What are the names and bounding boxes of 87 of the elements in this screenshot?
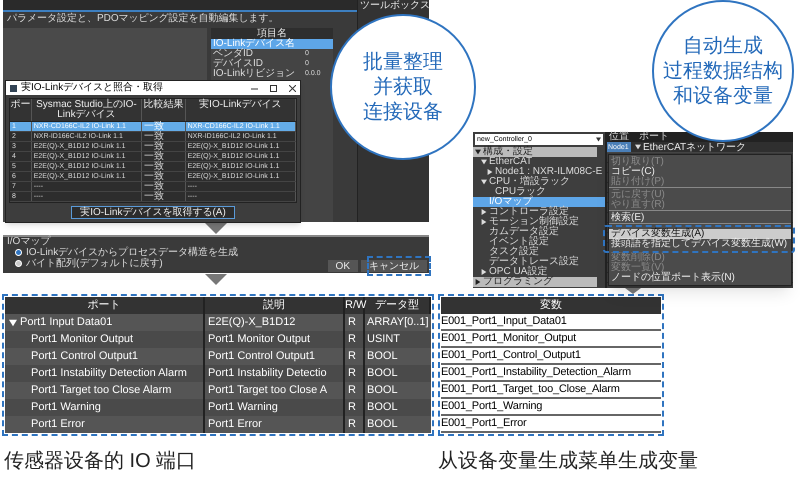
menu-item[interactable]: 検索(E) — [609, 213, 791, 224]
table-cell: Port1 Error — [5, 416, 205, 433]
radio-button[interactable] — [15, 260, 22, 267]
down-triangle-icon — [625, 288, 641, 294]
property-name: IO-Linkリビジョン — [212, 69, 296, 79]
table-cell-text: BOOL — [366, 366, 399, 381]
table-cell: E001_Port1_Error — [441, 416, 661, 433]
dialog-button[interactable]: キャンセル — [361, 260, 427, 272]
table-cell-text: ARRAY[0..1] — [366, 315, 430, 330]
tree-item[interactable]: データトレース設定 — [473, 257, 605, 267]
tree-item[interactable]: イベント設定 — [473, 237, 605, 247]
table-cell: E001_Port1_Control_Output1 — [441, 348, 661, 365]
tree-item[interactable]: コントローラ設定 — [473, 207, 605, 217]
column-header: 位置 — [608, 132, 630, 142]
column-header: 実IO-Linkデバイス — [186, 99, 296, 121]
fetch-button[interactable]: 実IO-Linkデバイスを取得する(A) — [71, 206, 235, 219]
table-cell-text: BOOL — [366, 383, 399, 398]
callout-text: 和设备变量 — [673, 84, 773, 108]
tree-item[interactable]: モーション制御設定 — [473, 217, 605, 227]
table-cell: 一致 — [142, 142, 186, 151]
dialog-button[interactable]: OK — [328, 260, 358, 272]
maximize-icon[interactable] — [270, 84, 277, 92]
right-caret-icon[interactable] — [487, 169, 493, 175]
down-caret-icon[interactable] — [596, 137, 601, 142]
table-cell: 一致 — [142, 122, 186, 131]
panel-title: ツールボックス — [359, 0, 429, 12]
caption-text: 传感器设备的 IO 端口 — [4, 449, 198, 474]
table-cell: 一致 — [142, 192, 186, 201]
app-icon — [10, 84, 17, 92]
table-cell: E001_Port1_Instability_Detection_Alarm — [441, 365, 661, 382]
radio-option[interactable]: IO-Linkデバイスからプロセスデータ構造を生成 — [15, 247, 238, 258]
callout-text: 批量整理 — [363, 50, 443, 74]
column-header: Sysmac Studio上のIO-Linkデバイス — [32, 99, 142, 121]
tree-item[interactable]: CPU・増設ラック — [473, 177, 605, 187]
tree-item[interactable]: CPUラック — [473, 187, 605, 197]
menu-item[interactable]: デバイス変数生成(A) — [609, 229, 791, 239]
description-text: パラメータ設定と、PDOマッピング設定を自動編集します。 — [6, 12, 280, 26]
tree-item[interactable]: EtherCAT — [473, 157, 605, 167]
table-cell: 一致 — [142, 172, 186, 181]
down-triangle-icon — [205, 223, 227, 234]
property-name: IO-Linkデバイス名 — [212, 39, 296, 49]
down-caret-icon[interactable] — [635, 144, 641, 150]
down-caret-icon[interactable] — [481, 179, 487, 185]
table-cell: E001_Port1_Target_too_Close_Alarm — [441, 382, 661, 399]
table-cell-text: BOOL — [366, 349, 399, 364]
callout-text: 并获取 — [373, 74, 433, 100]
table-cell: 一致 — [142, 152, 186, 161]
table-cell: E001_Port1_Warning — [441, 399, 661, 416]
tree-item[interactable]: カムデータ設定 — [473, 227, 605, 237]
table-cell: R — [345, 416, 365, 433]
column-header: 項目名 — [211, 28, 333, 39]
down-caret-icon[interactable] — [9, 318, 17, 326]
close-icon[interactable] — [289, 84, 296, 92]
table-cell: EtherCATネットワーク — [631, 142, 793, 152]
property-name: ベンダID — [212, 49, 254, 59]
table-cell: E001_Port1_Monitor_Output — [441, 331, 661, 348]
dialog-title: 実IO-Linkデバイスと照合・取得 — [21, 82, 164, 94]
table-cell: 一致 — [142, 162, 186, 171]
table-cell: Port1 Error — [205, 416, 345, 433]
highlight-frame — [367, 256, 431, 276]
menu-item[interactable]: 接頭語を指定してデバイス変数生成(W) — [609, 239, 791, 249]
menu-item[interactable]: ノードの位置ポート表示(N) — [609, 273, 791, 283]
column-header: ポート — [638, 132, 670, 142]
tree-section[interactable]: 構成・設定 — [473, 147, 597, 157]
tree-section[interactable]: プログラミング — [473, 277, 597, 287]
tree-item[interactable]: OPC UA設定 — [473, 267, 605, 277]
radio-option[interactable]: バイト配列(デフォルトに戻す) — [15, 258, 163, 269]
table-cell: 一致 — [142, 182, 186, 191]
property-name: デバイスID — [212, 59, 263, 69]
radio-button[interactable] — [15, 249, 22, 256]
column-header: 比較結果 — [142, 99, 186, 121]
table-cell: E001_Port1_Input_Data01 — [441, 314, 661, 331]
table-cell: 一致 — [142, 132, 186, 141]
menu-item[interactable]: コピー(C) — [609, 167, 791, 177]
callout-text: 自动生成 — [683, 34, 763, 58]
table-cell-text: USINT — [366, 332, 401, 347]
tree-item[interactable]: タスク設定 — [473, 247, 605, 257]
down-triangle-icon — [205, 274, 227, 285]
callout-text: 过程数据结构 — [663, 58, 783, 84]
column-header: ポー — [10, 99, 32, 121]
callout-text: 连接设备 — [363, 100, 443, 124]
tree-item[interactable]: Node1 : NXR-ILM08C-E — [473, 167, 605, 177]
table-cell-text: BOOL — [366, 417, 399, 432]
column-header: 変数 — [441, 297, 661, 314]
group-title: I/Oマップ — [7, 237, 52, 247]
table-cell-text: BOOL — [366, 400, 399, 415]
caption-text: 从设备变量生成菜单生成变量 — [438, 449, 698, 474]
